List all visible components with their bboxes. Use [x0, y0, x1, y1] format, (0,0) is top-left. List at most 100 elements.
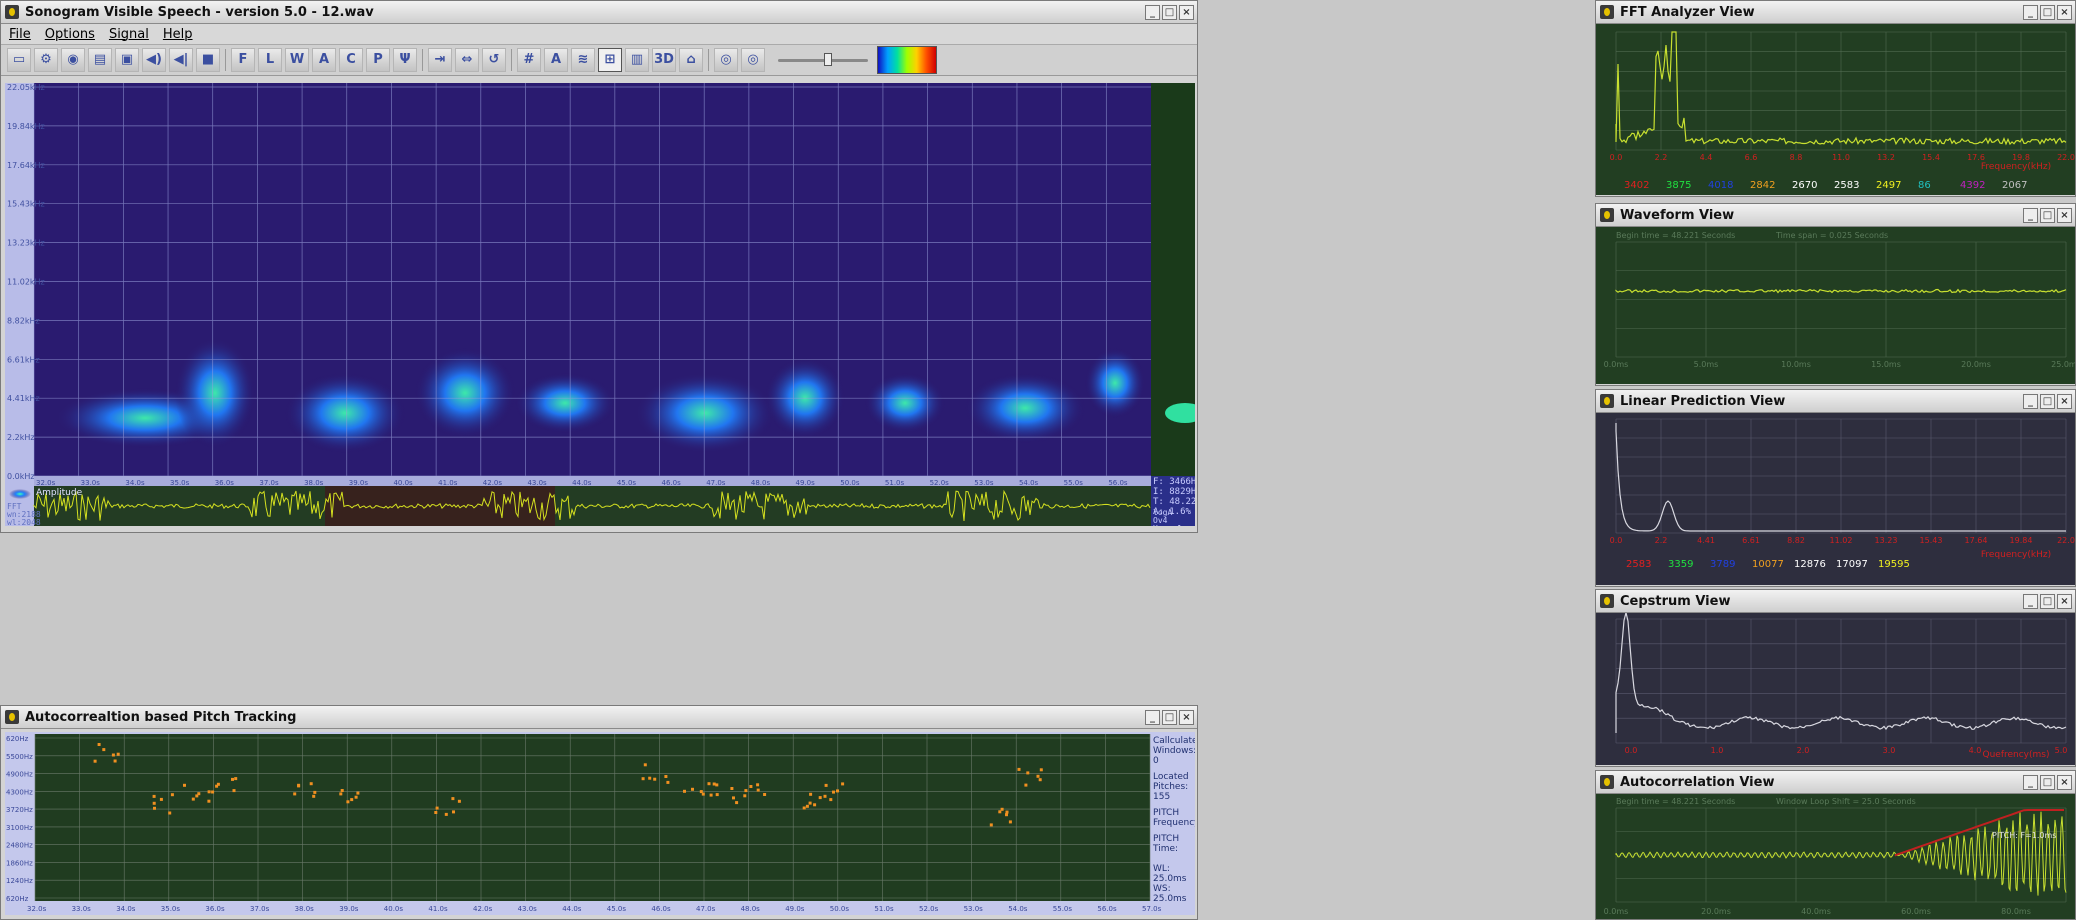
- pitch-svg[interactable]: 620Hz 5500Hz 4900Hz 4300Hz 3720Hz 3100Hz 2480H…: [5, 732, 1195, 915]
- fft-window: FFT Analyzer View _ □ × 0.0 2.2 4.4 6.6 8.8 11.…: [1595, 0, 2076, 197]
- fft-titlebar[interactable]: FFT Analyzer View _ □ ×: [1596, 1, 2075, 24]
- settings-icon[interactable]: ⚙: [34, 48, 58, 72]
- cepstrum-icon[interactable]: ◎: [741, 48, 765, 72]
- pitch-point: [346, 800, 350, 804]
- pitch-titlebar[interactable]: Autocorrealtion based Pitch Tracking _ □…: [1, 706, 1197, 729]
- open-icon[interactable]: ▭: [7, 48, 31, 72]
- pitch-point: [152, 794, 156, 798]
- axis-label: 15.0ms: [1871, 360, 1901, 369]
- cepstrum-titlebar[interactable]: Cepstrum View _ □ ×: [1596, 590, 2075, 613]
- pitch-point: [836, 789, 839, 793]
- panel-icon[interactable]: ▥: [625, 48, 649, 72]
- maximize-icon[interactable]: □: [1162, 709, 1177, 725]
- slider-knob[interactable]: [824, 53, 832, 66]
- pitch-panel[interactable]: 620Hz 5500Hz 4900Hz 4300Hz 3720Hz 3100Hz 2480H…: [5, 732, 1195, 915]
- fit-icon[interactable]: ⇔: [455, 48, 479, 72]
- font-icon[interactable]: A: [544, 48, 568, 72]
- w-icon[interactable]: W: [285, 48, 309, 72]
- minimize-icon[interactable]: _: [2023, 207, 2038, 223]
- maximize-icon[interactable]: □: [2040, 774, 2055, 790]
- lp-peak-values: 2583 3359 3789 10077 12876 17097 19595: [1626, 559, 1910, 570]
- time-label: 45.0s: [607, 905, 627, 913]
- autocorr-titlebar[interactable]: Autocorrelation View _ □ ×: [1596, 771, 2075, 794]
- gain-slider[interactable]: [778, 53, 868, 67]
- tile-icon[interactable]: ⊞: [598, 48, 622, 72]
- maximize-icon[interactable]: □: [2040, 4, 2055, 20]
- l-icon[interactable]: L: [258, 48, 282, 72]
- desktop-gap: [0, 533, 1198, 705]
- maximize-icon[interactable]: □: [2040, 593, 2055, 609]
- wave-icon[interactable]: ≋: [571, 48, 595, 72]
- close-icon[interactable]: ×: [1179, 709, 1194, 725]
- fft-svg[interactable]: 0.0 2.2 4.4 6.6 8.8 11.0 13.2 15.4 17.6 19.8 22.0 …: [1596, 24, 2075, 195]
- pitch-icon[interactable]: ◎: [714, 48, 738, 72]
- back-icon[interactable]: ◀|: [169, 48, 193, 72]
- close-icon[interactable]: ×: [2057, 774, 2072, 790]
- menu-signal[interactable]: Signal: [109, 27, 149, 42]
- pitch-point: [841, 782, 845, 786]
- maximize-icon[interactable]: □: [2040, 207, 2055, 223]
- waveform-svg[interactable]: Begin time = 48.221 Seconds Time span = …: [1596, 227, 2075, 384]
- f-icon[interactable]: F: [231, 48, 255, 72]
- pitch-point: [350, 798, 354, 802]
- cepstrum-plot: [1596, 613, 2075, 765]
- lp-window: Linear Prediction View _ □ × 0.0 2.2 4.41 6.6…: [1595, 389, 2076, 587]
- speaker-icon[interactable]: ◀): [142, 48, 166, 72]
- pitch-point: [805, 804, 809, 808]
- axis-label: 11.0: [1832, 153, 1850, 162]
- info-icon[interactable]: ⌂: [679, 48, 703, 72]
- grid-icon[interactable]: #: [517, 48, 541, 72]
- undo-icon[interactable]: ↺: [482, 48, 506, 72]
- maximize-icon[interactable]: □: [2040, 393, 2055, 409]
- cepstrum-svg[interactable]: 0.0 1.0 2.0 3.0 4.0 5.0 Quefrency(ms): [1596, 613, 2075, 765]
- pitch-point: [824, 783, 828, 787]
- close-icon[interactable]: ×: [2057, 4, 2072, 20]
- pitch-plot[interactable]: [35, 734, 1150, 901]
- lp-svg[interactable]: 0.0 2.2 4.41 6.61 8.82 11.02 13.23 15.43 17.64 19…: [1596, 413, 2075, 585]
- calc-windows-value: 0: [1153, 756, 1159, 766]
- peak-value: 2583: [1834, 180, 1859, 191]
- lp-titlebar[interactable]: Linear Prediction View _ □ ×: [1596, 390, 2075, 413]
- spectrogram-panel[interactable]: 22.05kHz 19.84kHz 17.64kHz 15.43kHz 13.23kHz…: [5, 83, 1195, 526]
- spectrogram-svg[interactable]: 22.05kHz 19.84kHz 17.64kHz 15.43kHz 13.23kHz…: [5, 83, 1195, 526]
- main-titlebar[interactable]: Sonogram Visible Speech - version 5.0 - …: [1, 1, 1197, 24]
- minimize-icon[interactable]: _: [2023, 4, 2038, 20]
- close-icon[interactable]: ×: [2057, 207, 2072, 223]
- time-label: 53.0s: [964, 905, 984, 913]
- p-icon[interactable]: P: [366, 48, 390, 72]
- pitch-window-title: Autocorrealtion based Pitch Tracking: [25, 709, 297, 725]
- time-label: 34.0s: [116, 905, 136, 913]
- close-icon[interactable]: ×: [2057, 593, 2072, 609]
- autocorr-svg[interactable]: Begin time = 48.221 Seconds Window Loop …: [1596, 794, 2075, 919]
- menu-help[interactable]: Help: [163, 27, 193, 42]
- a-icon[interactable]: A: [312, 48, 336, 72]
- menu-file[interactable]: File: [9, 27, 31, 42]
- minimize-icon[interactable]: _: [2023, 774, 2038, 790]
- psi-icon[interactable]: Ψ: [393, 48, 417, 72]
- close-icon[interactable]: ×: [2057, 393, 2072, 409]
- axis-label: 6.61: [1742, 536, 1760, 545]
- mic-icon[interactable]: ◉: [61, 48, 85, 72]
- stop-icon[interactable]: ■: [196, 48, 220, 72]
- lp-x-title: Frequency(kHz): [1981, 550, 2051, 560]
- color-palette-icon[interactable]: [877, 46, 937, 74]
- time-label: 37.0s: [259, 479, 279, 487]
- autocorr-begin-time: Begin time = 48.221 Seconds: [1616, 797, 1735, 806]
- time-label: 41.0s: [428, 905, 448, 913]
- screen-icon[interactable]: ▣: [115, 48, 139, 72]
- minimize-icon[interactable]: _: [1145, 709, 1160, 725]
- 3d-icon[interactable]: 3D: [652, 48, 676, 72]
- app-icon: [1600, 594, 1614, 608]
- maximize-icon[interactable]: □: [1162, 4, 1177, 20]
- table-icon[interactable]: ▤: [88, 48, 112, 72]
- cut-icon[interactable]: ⇥: [428, 48, 452, 72]
- minimize-icon[interactable]: _: [2023, 393, 2038, 409]
- waveform-titlebar[interactable]: Waveform View _ □ ×: [1596, 204, 2075, 227]
- minimize-icon[interactable]: _: [2023, 593, 2038, 609]
- pitch-point: [648, 776, 652, 780]
- close-icon[interactable]: ×: [1179, 4, 1194, 20]
- freq-label: 19.84kHz: [7, 122, 45, 131]
- menu-options[interactable]: Options: [45, 27, 95, 42]
- minimize-icon[interactable]: _: [1145, 4, 1160, 20]
- c-icon[interactable]: C: [339, 48, 363, 72]
